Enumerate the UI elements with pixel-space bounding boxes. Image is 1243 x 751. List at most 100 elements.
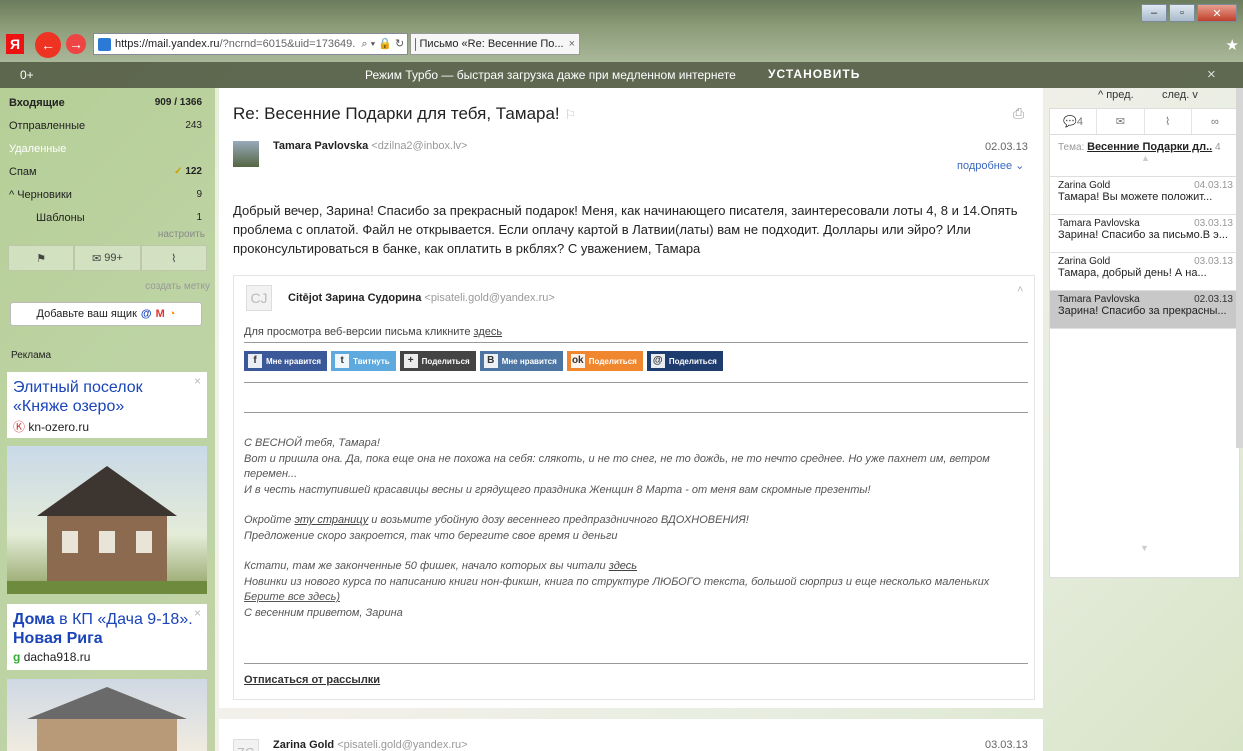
quote-sender-line: Citējot Зарина Судорина <pisateli.gold@y… <box>288 292 555 304</box>
thread-snippet: Тамара, добрый день! А на... <box>1058 267 1207 279</box>
web-version-line: Для просмотра веб-версии письма кликните… <box>244 326 502 338</box>
ad-url[interactable]: dacha918.ru <box>24 650 91 664</box>
browser-tab[interactable]: Письмо «Re: Весенние По... × <box>410 33 580 55</box>
ad-title-part[interactable]: Новая Рига <box>13 630 103 647</box>
folder-spam[interactable]: Спам ✓ 122 <box>0 160 215 183</box>
take-all-link[interactable]: Берите все здесь) <box>244 590 1028 606</box>
quote-line: Новинки из нового курса по написанию кни… <box>244 575 990 588</box>
ads-label: Реклама <box>11 350 52 361</box>
prev-thread-link[interactable]: ^ пред. <box>1098 89 1134 101</box>
folder-label: Спам <box>9 165 37 178</box>
thread-item-selected[interactable]: Tamara Pavlovska 02.03.13 Зарина! Спасибо … <box>1050 291 1239 329</box>
ad-close-icon[interactable]: × <box>194 374 201 388</box>
maximize-button[interactable]: ▫ <box>1169 4 1195 22</box>
share-twitter-button[interactable]: t Твитнуть <box>331 351 396 371</box>
details-link[interactable]: подробнее ⌄ <box>957 159 1024 172</box>
share-vk-button[interactable]: B Мне нравится <box>479 351 563 371</box>
next-thread-link[interactable]: след. v <box>1162 89 1198 101</box>
create-label-link[interactable]: создать метку <box>0 271 215 301</box>
thread-snippet: Зарина! Спасибо за прекрасны... <box>1058 305 1227 317</box>
folder-inbox[interactable]: Входящие 909 / 1366 <box>0 91 215 114</box>
scroll-up-icon[interactable]: ▲ <box>1058 153 1233 163</box>
back-button[interactable]: ← <box>35 32 61 58</box>
sender-email[interactable]: <dzilna2@inbox.lv> <box>371 140 467 152</box>
ad-image-house-2[interactable] <box>7 679 207 751</box>
share-facebook-button[interactable]: f Мне нравится <box>244 351 328 371</box>
at-sign-icon: @ <box>140 308 152 320</box>
turbo-close-icon[interactable]: × <box>1207 66 1216 83</box>
vk-icon: B <box>483 354 498 368</box>
folder-templates[interactable]: Шаблоны 1 <box>0 206 215 229</box>
topic-title[interactable]: Весенние Подарки дл.. <box>1087 141 1212 153</box>
ad-block-2[interactable]: Дома в КП «Дача 9-18». Новая Рига g dach… <box>7 604 207 670</box>
minimize-button[interactable]: – <box>1141 4 1167 22</box>
thread-tabs: 💬 4 ✉ ⌇ ∞ <box>1050 109 1239 135</box>
url-actions-icon[interactable]: ⌕ ▾ 🔒 ↻ <box>361 37 404 51</box>
ad-block-1[interactable]: Элитный поселок «Княже озеро» Ⓚ kn-ozero… <box>7 372 207 438</box>
collapse-icon[interactable]: ˄ <box>1017 284 1023 296</box>
next-message[interactable]: ZG Zarina Gold <pisateli.gold@yandex.ru>… <box>219 719 1043 751</box>
favorite-star-icon[interactable]: ★ <box>1226 36 1239 54</box>
unread-filter-button[interactable]: ✉ 99+ <box>74 245 141 271</box>
configure-folders-link[interactable]: настроить <box>0 229 215 245</box>
tab-attachments[interactable]: ⌇ <box>1145 109 1192 134</box>
ad-title-part[interactable]: Дома <box>13 611 55 628</box>
close-window-button[interactable]: ✕ <box>1197 4 1237 22</box>
this-page-link[interactable]: эту страницу <box>294 514 368 526</box>
folder-drafts[interactable]: ^ Черновики 9 <box>0 183 215 206</box>
sender-name[interactable]: Tamara Pavlovska <box>273 140 368 152</box>
attachment-filter-button[interactable]: ⌇ <box>140 245 207 271</box>
twitter-icon: t <box>335 354 350 368</box>
facebook-icon: f <box>248 354 262 368</box>
thread-item[interactable]: Tamara Pavlovska 03.03.13 Зарина! Спасибо … <box>1050 215 1239 253</box>
folder-count: 909 / 1366 <box>154 97 202 108</box>
ad-url[interactable]: kn-ozero.ru <box>28 420 89 434</box>
sender-line: Tamara Pavlovska <dzilna2@inbox.lv> <box>273 140 467 152</box>
quote-line: С ВЕСНОЙ тебя, Тамара! <box>244 437 380 449</box>
address-bar[interactable]: https://mail.yandex.ru/?ncrnd=6015&uid=1… <box>93 33 408 55</box>
print-icon[interactable]: ⎙ <box>1013 105 1024 122</box>
tab-thread[interactable]: 💬 4 <box>1050 109 1098 134</box>
folder-deleted[interactable]: Удаленные <box>0 137 215 160</box>
folder-sent[interactable]: Отправленные 243 <box>0 114 215 137</box>
unread-badge: 99+ <box>104 252 123 264</box>
tab-close-icon[interactable]: × <box>569 38 575 50</box>
flag-icon[interactable]: ⚐ <box>564 107 576 122</box>
folder-label: ^ Черновики <box>9 188 72 201</box>
tab-messages[interactable]: ✉ <box>1097 109 1145 134</box>
next-sender-name[interactable]: Zarina Gold <box>273 739 334 751</box>
yandex-logo-letter: Я <box>9 36 21 52</box>
message-body: Добрый вечер, Зарина! Спасибо за прекрас… <box>233 203 1018 256</box>
quote-text-part: Кстати, там же законченные 50 фишек, нач… <box>244 560 609 572</box>
page-scrollbar[interactable] <box>1236 88 1243 448</box>
quote-sender-email[interactable]: <pisateli.gold@yandex.ru> <box>424 292 554 304</box>
forward-button[interactable]: → <box>66 34 86 54</box>
share-label: Мне нравится <box>501 356 557 366</box>
thread-item[interactable]: Zarina Gold 03.03.13 Тамара, добрый день! … <box>1050 253 1239 291</box>
next-avatar: ZG <box>233 739 259 751</box>
divider <box>244 342 1028 343</box>
add-mailbox-button[interactable]: Добавьте ваш ящик @ M ◔ <box>10 302 202 326</box>
next-sender-email[interactable]: <pisateli.gold@yandex.ru> <box>337 739 467 751</box>
scroll-down-icon[interactable]: ▼ <box>1140 543 1149 553</box>
divider <box>244 663 1028 664</box>
thread-count-badge: 4 <box>1076 115 1084 128</box>
share-plus-button[interactable]: + Поделиться <box>399 351 476 371</box>
here-link[interactable]: здесь <box>609 560 637 572</box>
flag-filter-button[interactable]: ⚑ <box>8 245 75 271</box>
ad-image-house[interactable] <box>7 446 207 594</box>
ad-close-icon[interactable]: × <box>194 606 201 620</box>
share-ok-button[interactable]: ok Поделиться <box>566 351 643 371</box>
thread-item[interactable]: Zarina Gold 04.03.13 Тамара! Вы можете пол… <box>1050 177 1239 215</box>
tab-favicon-icon <box>415 37 416 51</box>
ad-title[interactable]: Элитный поселок «Княже озеро» <box>13 378 201 416</box>
thread-date: 04.03.13 <box>1194 180 1233 191</box>
tab-links[interactable]: ∞ <box>1192 109 1239 134</box>
quote-sender-name[interactable]: Citējot Зарина Судорина <box>288 292 421 304</box>
web-version-link[interactable]: здесь <box>474 326 503 338</box>
unsubscribe-link[interactable]: Отписаться от рассылки <box>244 674 380 686</box>
yandex-logo[interactable]: Я <box>6 34 24 54</box>
ad-title-part[interactable]: в КП «Дача 9-18». <box>55 611 193 628</box>
turbo-install-button[interactable]: УСТАНОВИТЬ <box>768 67 860 81</box>
share-mailru-button[interactable]: @ Поделиться <box>646 351 723 371</box>
